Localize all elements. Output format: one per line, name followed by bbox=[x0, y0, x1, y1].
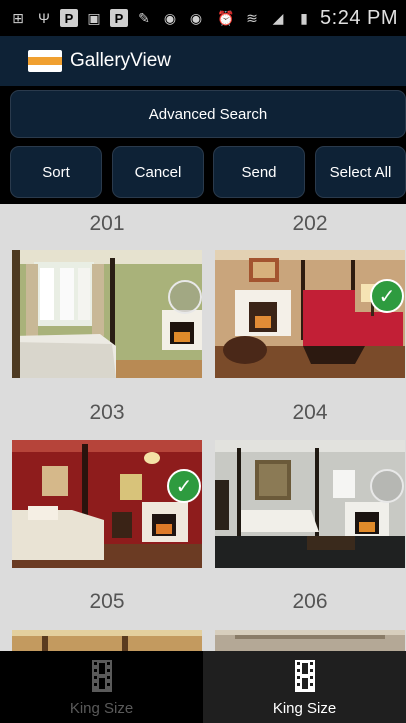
advanced-search-button[interactable]: Advanced Search bbox=[10, 90, 406, 138]
app-bar: GalleryView bbox=[0, 36, 406, 86]
add-icon: ⊞ bbox=[12, 9, 24, 26]
parking-icon: P bbox=[110, 9, 128, 27]
bedroom-image bbox=[215, 440, 405, 568]
room-photo[interactable]: ✓ bbox=[215, 250, 405, 378]
room-gallery[interactable]: 201 202 ✓ 203 204 ✓ 205 206 bbox=[0, 204, 406, 651]
room-label: 204 bbox=[292, 401, 328, 424]
room-photo[interactable] bbox=[12, 630, 202, 651]
room-photo[interactable] bbox=[12, 250, 202, 378]
wifi-icon: ≋ bbox=[246, 9, 258, 26]
app-logo bbox=[28, 50, 62, 72]
sort-button[interactable]: Sort bbox=[10, 146, 102, 198]
bedroom-image bbox=[215, 250, 405, 378]
tab-king-size[interactable]: King Size bbox=[0, 651, 203, 723]
bedroom-image bbox=[12, 250, 202, 378]
battery-icon: ▮ bbox=[300, 9, 308, 26]
pen-icon: ✎ bbox=[138, 9, 150, 26]
tab-king-size-active[interactable]: King Size bbox=[203, 651, 406, 723]
room-label: 203 bbox=[89, 401, 125, 424]
image-icon: ▣ bbox=[87, 9, 101, 26]
tab-label: King Size bbox=[272, 700, 337, 717]
app-icon: ◉ bbox=[189, 9, 203, 26]
room-photo[interactable]: ✓ bbox=[12, 440, 202, 568]
bedroom-image bbox=[12, 440, 202, 568]
notification-icons: ⊞ Ψ P ▣ P ✎ ◉ ◉ bbox=[0, 8, 206, 28]
usb-icon: Ψ bbox=[38, 10, 50, 26]
tab-bar: King Size King Size bbox=[0, 651, 406, 723]
system-icons: ⏰ ≋ ◢ ▮ 5:24 PM bbox=[216, 7, 406, 30]
send-button[interactable]: Send bbox=[213, 146, 305, 198]
cancel-button[interactable]: Cancel bbox=[112, 146, 204, 198]
film-strip-icon bbox=[294, 660, 315, 692]
action-panel: Advanced Search Sort Cancel Send Select … bbox=[0, 86, 406, 204]
select-all-button[interactable]: Select All bbox=[315, 146, 406, 198]
parking-icon: P bbox=[60, 9, 78, 27]
status-bar: ⊞ Ψ P ▣ P ✎ ◉ ◉ ⏰ ≋ ◢ ▮ 5:24 PM bbox=[0, 0, 406, 36]
room-label: 201 bbox=[89, 212, 125, 235]
app-title: GalleryView bbox=[70, 50, 172, 71]
bedroom-image bbox=[215, 630, 405, 651]
room-photo[interactable] bbox=[215, 630, 405, 651]
status-time: 5:24 PM bbox=[320, 6, 398, 29]
select-toggle[interactable] bbox=[168, 280, 202, 314]
bedroom-image bbox=[12, 630, 202, 651]
room-label: 205 bbox=[89, 590, 125, 613]
selected-check-icon[interactable]: ✓ bbox=[167, 469, 201, 503]
app-icon: ◉ bbox=[163, 9, 177, 26]
signal-icon: ◢ bbox=[272, 9, 284, 26]
alarm-icon: ⏰ bbox=[217, 9, 235, 26]
room-label: 206 bbox=[292, 590, 328, 613]
room-photo[interactable] bbox=[215, 440, 405, 568]
select-toggle[interactable] bbox=[370, 469, 404, 503]
film-strip-icon bbox=[91, 660, 112, 692]
room-label: 202 bbox=[292, 212, 328, 235]
selected-check-icon[interactable]: ✓ bbox=[370, 279, 404, 313]
tab-label: King Size bbox=[69, 700, 134, 717]
